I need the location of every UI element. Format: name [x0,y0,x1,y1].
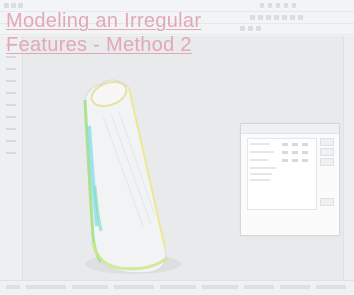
menu-icon[interactable] [18,3,23,8]
toolbar-button-icon[interactable] [256,26,261,31]
dialog-button[interactable] [320,148,334,156]
dialog-grid[interactable] [247,138,317,210]
menu-icon[interactable] [292,3,296,8]
grid-cell [292,143,298,146]
slide-title-line1: Modeling an Irregular [6,9,201,33]
menu-icon[interactable] [11,3,16,8]
menu-icon[interactable] [260,3,264,8]
tree-item-icon[interactable] [6,140,16,142]
grid-row [250,167,276,169]
status-segment [244,285,274,289]
tree-item-icon[interactable] [6,80,16,82]
tree-item-icon[interactable] [6,128,16,130]
menu-icon[interactable] [276,3,280,8]
tree-item-icon[interactable] [6,116,16,118]
tree-item-icon[interactable] [6,104,16,106]
toolbar-button-icon[interactable] [266,15,271,20]
status-segment [114,285,154,289]
menu-icon[interactable] [268,3,272,8]
toolbar-button-icon[interactable] [282,15,287,20]
dialog-button[interactable] [320,198,334,206]
toolbar-button-icon[interactable] [250,15,255,20]
menu-icon[interactable] [4,3,9,8]
status-segment [72,285,108,289]
tree-item-icon[interactable] [6,68,16,70]
menu-icon[interactable] [284,3,288,8]
status-bar [0,280,354,295]
grid-row [250,159,268,161]
slide-title: Modeling an Irregular Features - Method … [6,9,201,57]
grid-cell [302,143,308,146]
toolbar-button-icon[interactable] [290,15,295,20]
tree-item-icon[interactable] [6,152,16,154]
app-window: Modeling an Irregular Features - Method … [0,0,354,295]
grid-cell [292,159,298,162]
left-tool-panel [0,36,23,281]
grid-cell [302,151,308,154]
status-segment [26,285,66,289]
grid-cell [292,151,298,154]
dialog-button[interactable] [320,158,334,166]
toolbar-button-icon[interactable] [258,15,263,20]
dialog-titlebar[interactable] [241,124,339,134]
grid-row [250,151,274,153]
title-line2-text: Features - Method 2 [6,34,192,56]
status-segment [6,285,20,289]
status-segment [160,285,196,289]
toolbar-button-icon[interactable] [274,15,279,20]
grid-cell [282,143,288,146]
grid-cell [302,159,308,162]
title-line1-text: Modeling an Irregular [6,10,202,32]
status-segment [202,285,238,289]
status-segment [280,285,310,289]
toolbar-button-icon[interactable] [298,15,303,20]
slide-title-line2: Features - Method 2 [6,33,201,57]
tree-item-icon[interactable] [6,92,16,94]
right-panel-strip [343,36,354,281]
status-segment [316,285,346,289]
grid-row [250,173,272,175]
grid-row [250,179,270,181]
feature-dialog [240,123,340,236]
grid-cell [282,159,288,162]
toolbar-button-icon[interactable] [240,26,245,31]
grid-row [250,143,270,145]
grid-cell [282,151,288,154]
toolbar-button-icon[interactable] [248,26,253,31]
dialog-button[interactable] [320,138,334,146]
